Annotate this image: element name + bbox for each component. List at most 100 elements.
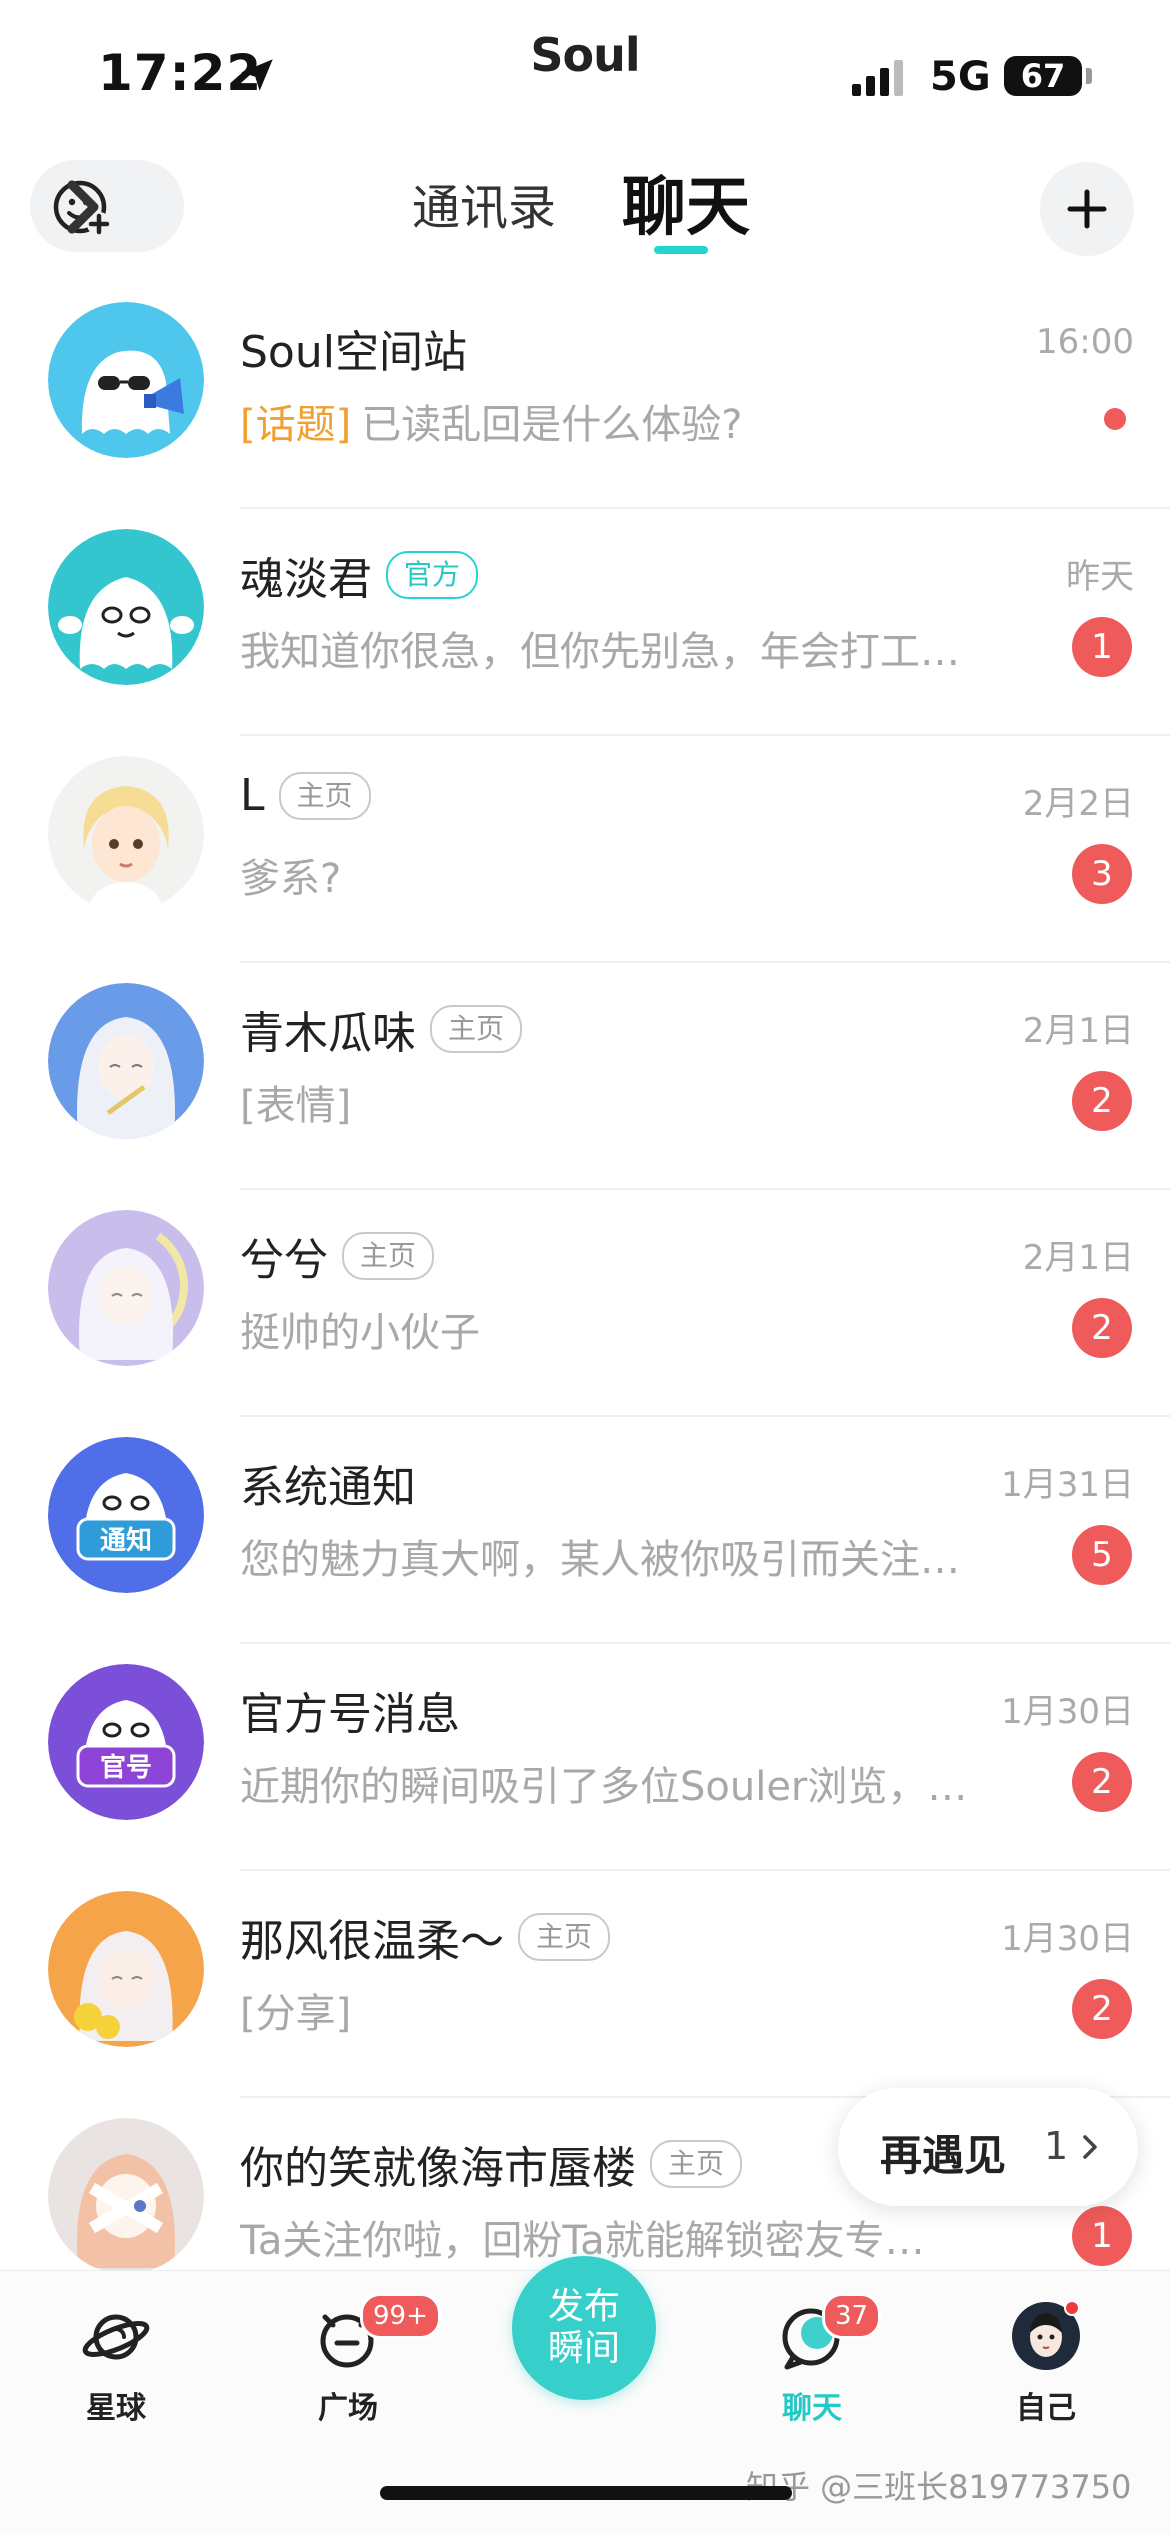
chat-name: 你的笑就像海市蜃楼 主页 [240, 2132, 743, 2196]
chevron-right-icon [67, 180, 99, 234]
chat-header: 通讯录 聊天 [0, 150, 1170, 270]
meet-again-count: 1 [1044, 2124, 1069, 2168]
girl-avatar-icon [48, 756, 204, 912]
profile-tag[interactable]: 主页 [430, 1005, 523, 1053]
chat-time: 2月1日 [1022, 1011, 1134, 1051]
unread-badge: 2 [1072, 1071, 1132, 1131]
meet-again-button[interactable]: 再遇见 1 [838, 2088, 1138, 2206]
publish-moment-button[interactable]: 发布瞬间 [512, 2256, 656, 2400]
chat-time: 2月1日 [1022, 1238, 1134, 1278]
add-button[interactable] [1040, 162, 1134, 256]
chat-name: 系统通知 [240, 1462, 416, 1513]
chat-name: L 主页 [240, 770, 371, 821]
ghost-avatar-icon [48, 529, 204, 685]
unread-badge: 3 [1072, 844, 1132, 904]
anime-bandaged-avatar-icon [48, 2118, 204, 2270]
nav-item-me[interactable]: 自己 [966, 2299, 1126, 2459]
chat-preview: [话题] 已读乱回是什么体验? [240, 402, 743, 448]
official-label: 官号 [100, 1752, 152, 1783]
official-tag: 官方 [386, 551, 479, 599]
chat-time: 1月30日 [1001, 1692, 1134, 1732]
profile-tag[interactable]: 主页 [650, 2140, 743, 2188]
unread-badge: 1 [1072, 617, 1132, 677]
ghost-megaphone-avatar-icon [48, 302, 204, 458]
home-indicator[interactable] [380, 2486, 792, 2500]
chat-name: 魂淡君 官方 [240, 543, 479, 607]
nav-label: 聊天 [782, 2391, 842, 2426]
chat-item-qingmuguawei[interactable]: 青木瓜味 主页 2月1日 [表情] 2 [0, 963, 1170, 1190]
topic-label: [话题] [240, 402, 352, 448]
unread-badge: 1 [1072, 2206, 1132, 2266]
nav-label: 星球 [86, 2391, 146, 2426]
avatar[interactable] [48, 302, 204, 458]
avatar[interactable]: 官号 [48, 1664, 204, 1820]
notice-label: 通知 [100, 1526, 152, 1556]
chat-item-l[interactable]: L 主页 2月2日 爹系? 3 [0, 736, 1170, 963]
chat-name: 青木瓜味 主页 [240, 997, 523, 1061]
chat-preview: 您的魅力真大啊，某人被你吸引而关注… [240, 1537, 960, 1583]
chat-list: Soul空间站 16:00 [话题] 已读乱回是什么体验? 魂淡君 官方 昨天 我知… [0, 282, 1170, 2270]
unread-badge: 2 [1072, 1298, 1132, 1358]
carrier-logo: Soul [530, 28, 640, 82]
avatar[interactable] [48, 529, 204, 685]
signal-bars-icon [852, 60, 903, 96]
nav-label: 自己 [1016, 2391, 1076, 2426]
active-tab-indicator [654, 246, 708, 254]
profile-tag[interactable]: 主页 [342, 1232, 435, 1280]
profile-tag[interactable]: 主页 [518, 1913, 611, 1961]
chat-item-xixi[interactable]: 兮兮 主页 2月1日 挺帅的小伙子 2 [0, 1190, 1170, 1417]
avatar[interactable] [48, 756, 204, 912]
chat-preview: 我知道你很急，但你先别急，年会打工… [240, 629, 960, 675]
chat-preview: 近期你的瞬间吸引了多位Souler浏览，… [240, 1764, 968, 1810]
nav-item-chat[interactable]: 聊天 37 [732, 2293, 892, 2459]
chat-time: 昨天 [1066, 557, 1134, 597]
chat-time: 2月2日 [1022, 784, 1134, 824]
chat-preview: Ta关注你啦，回粉Ta就能解锁密友专… [240, 2218, 925, 2264]
match-button[interactable] [30, 160, 184, 252]
nav-badge: 37 [822, 2293, 882, 2339]
anime-girl-avatar-icon [48, 1891, 204, 2047]
avatar[interactable] [48, 1891, 204, 2047]
avatar[interactable]: 通知 [48, 1437, 204, 1593]
chat-preview: 爹系? [240, 856, 342, 902]
planet-icon [82, 2314, 150, 2360]
plus-icon [1067, 189, 1107, 229]
user-avatar-icon [1012, 2300, 1080, 2370]
meet-again-label: 再遇见 [880, 2131, 1007, 2180]
unread-dot [1104, 408, 1126, 430]
nav-item-planet[interactable]: 星球 [36, 2299, 196, 2459]
chat-item-hundanjun[interactable]: 魂淡君 官方 昨天 我知道你很急，但你先别急，年会打工… 1 [0, 509, 1170, 736]
anime-girl-avatar-icon [48, 1210, 204, 1366]
network-type: 5G [930, 54, 991, 100]
chat-preview: [表情] [240, 1083, 352, 1129]
chat-name: 官方号消息 [240, 1689, 460, 1740]
profile-tag[interactable]: 主页 [278, 771, 371, 820]
unread-badge: 2 [1072, 1752, 1132, 1812]
chat-time: 1月30日 [1001, 1919, 1134, 1959]
status-bar: 17:22 Soul 5G 67 [0, 0, 1170, 150]
chat-name: Soul空间站 [240, 327, 467, 378]
chat-item-system-notice[interactable]: 通知 系统通知 1月31日 您的魅力真大啊，某人被你吸引而关注… 5 [0, 1417, 1170, 1644]
nav-label: 广场 [318, 2391, 378, 2426]
watermark: 知乎 @三班长819773750 [746, 2468, 1132, 2506]
avatar[interactable] [48, 1210, 204, 1366]
chat-item-soul-station[interactable]: Soul空间站 16:00 [话题] 已读乱回是什么体验? [0, 282, 1170, 509]
battery-cap [1086, 68, 1092, 84]
unread-badge: 2 [1072, 1979, 1132, 2039]
chat-item-nafenghenwenrou[interactable]: 那风很温柔～ 主页 1月30日 [分享] 2 [0, 1871, 1170, 2098]
ghost-notice-avatar-icon: 通知 [48, 1437, 204, 1593]
nav-item-square[interactable]: 广场 99+ [268, 2293, 441, 2459]
chat-item-official-messages[interactable]: 官号 官方号消息 1月30日 近期你的瞬间吸引了多位Souler浏览，… 2 [0, 1644, 1170, 1871]
publish-label: 发布瞬间 [547, 2286, 620, 2369]
tab-chat[interactable]: 聊天 [622, 156, 750, 248]
chat-preview: [分享] [240, 1991, 352, 2037]
chat-preview: 挺帅的小伙子 [240, 1310, 480, 1356]
chat-name: 那风很温柔～ 主页 [240, 1905, 611, 1969]
avatar[interactable] [48, 983, 204, 1139]
avatar[interactable] [48, 2118, 204, 2270]
unread-badge: 5 [1072, 1525, 1132, 1585]
tab-contacts[interactable]: 通讯录 [412, 168, 556, 238]
chat-time: 1月31日 [1001, 1465, 1134, 1505]
anime-girl-avatar-icon [48, 983, 204, 1139]
chevron-right-icon [1083, 2135, 1097, 2159]
